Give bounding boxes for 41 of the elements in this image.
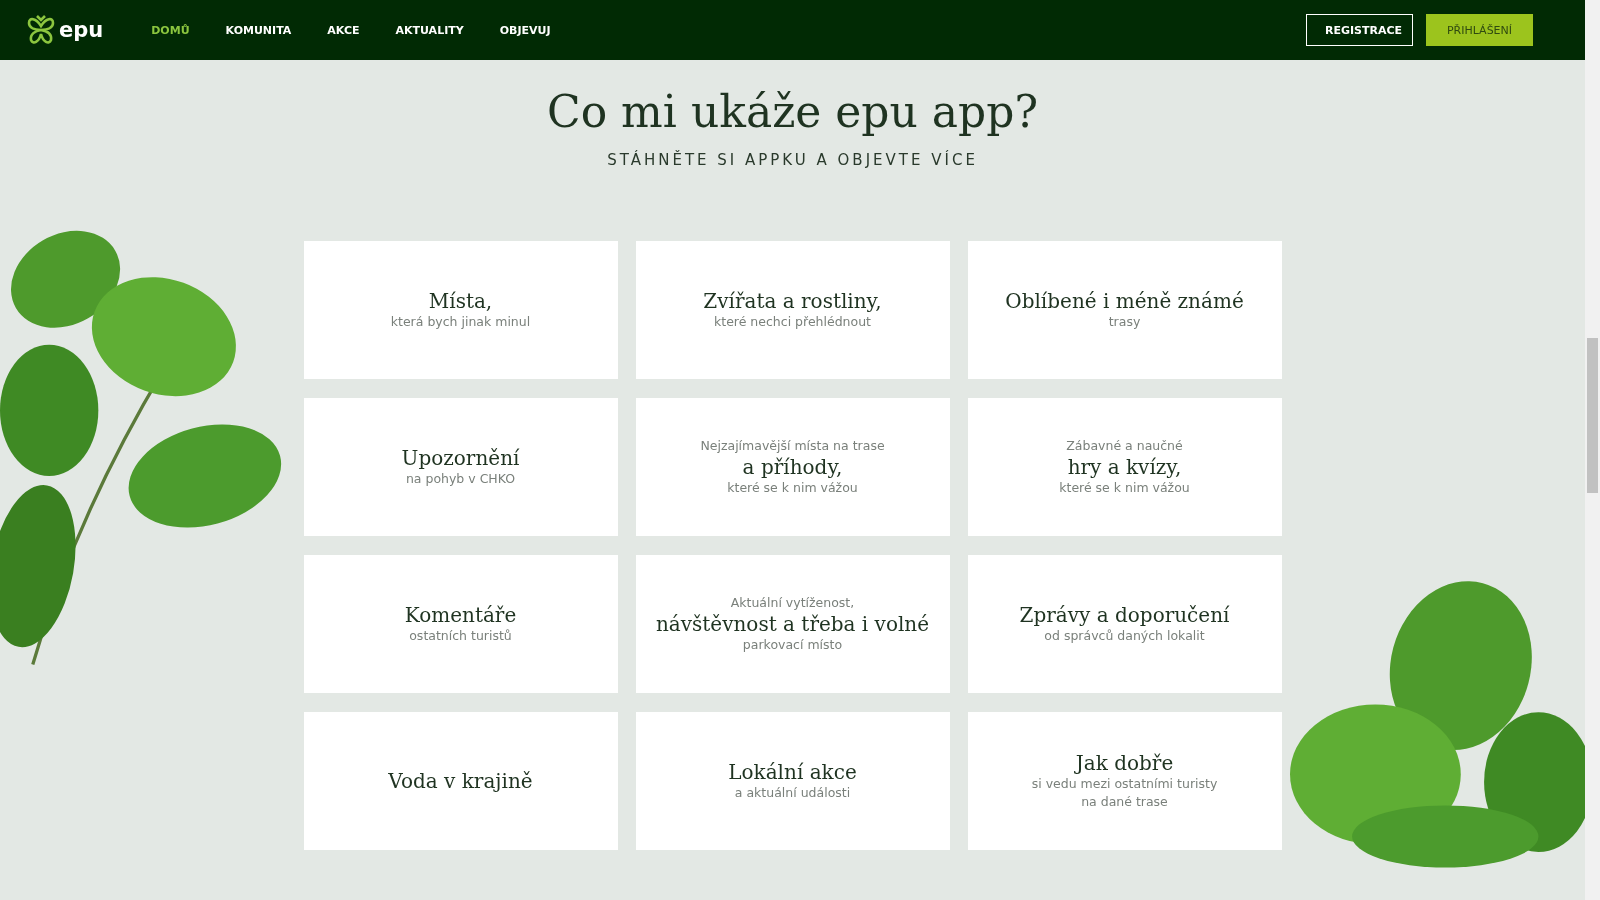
section-heading: Co mi ukáže epu app? — [546, 86, 1038, 137]
card-text: které se k nim vážou — [1059, 479, 1190, 497]
card-title: Zprávy a doporučení — [1019, 602, 1230, 627]
card-title: a příhody, — [742, 455, 843, 479]
card-title: hry a kvízy, — [1067, 455, 1182, 479]
logo[interactable]: epu — [26, 14, 104, 46]
card-text: trasy — [1108, 312, 1141, 331]
card-text: parkovací místo — [742, 636, 843, 654]
card-text: která bych jinak minul — [390, 312, 531, 331]
card-text: si vedu mezi ostatními turisty — [1031, 774, 1218, 793]
login-button[interactable]: PŘIHLÁŠENÍ — [1426, 14, 1533, 46]
card-title: Upozornění — [401, 445, 520, 470]
scrollbar[interactable] — [1585, 0, 1600, 900]
card-text: na dané trase — [1081, 793, 1168, 811]
card-text: a aktuální události — [734, 783, 851, 802]
nav-link[interactable]: KOMUNITA — [225, 23, 292, 37]
card-text: od správců daných lokalit — [1044, 626, 1205, 645]
nav-link[interactable]: OBJEVUJ — [499, 23, 551, 37]
card-text: Nejzajímavější místa na trase — [700, 436, 885, 455]
card-title: návštěvnost a třeba i volné — [655, 612, 930, 636]
card-text: na pohyb v CHKO — [405, 469, 516, 488]
card-text: Zábavné a naučné — [1066, 436, 1183, 455]
card-title: Voda v krajině — [388, 769, 533, 793]
card-title: Jak dobře — [1075, 750, 1174, 775]
card-text: které se k nim vážou — [727, 479, 858, 497]
butterfly-icon — [26, 14, 56, 46]
nav-link[interactable]: DOMŮ — [151, 23, 190, 37]
logo-text: epu — [59, 18, 104, 42]
nav-link[interactable]: AKCE — [327, 23, 360, 37]
card-title: Lokální akce — [728, 759, 857, 784]
nav-link[interactable]: AKTUALITY — [395, 23, 464, 37]
card-title: Komentáře — [404, 602, 517, 627]
card-text: Aktuální vytíženost, — [730, 593, 855, 612]
card-text: ostatních turistů — [409, 626, 512, 645]
section-subheading: STÁHNĚTE SI APPKU A OBJEVTE VÍCE — [607, 151, 978, 169]
card-text: které nechci přehlédnout — [714, 312, 871, 331]
register-button[interactable]: REGISTRACE — [1306, 14, 1413, 46]
card-title: Místa, — [428, 288, 493, 313]
scrollbar-thumb[interactable] — [1587, 338, 1598, 493]
card-title: Oblíbené i méně známé — [1005, 288, 1244, 313]
card-title: Zvířata a rostliny, — [703, 288, 882, 313]
